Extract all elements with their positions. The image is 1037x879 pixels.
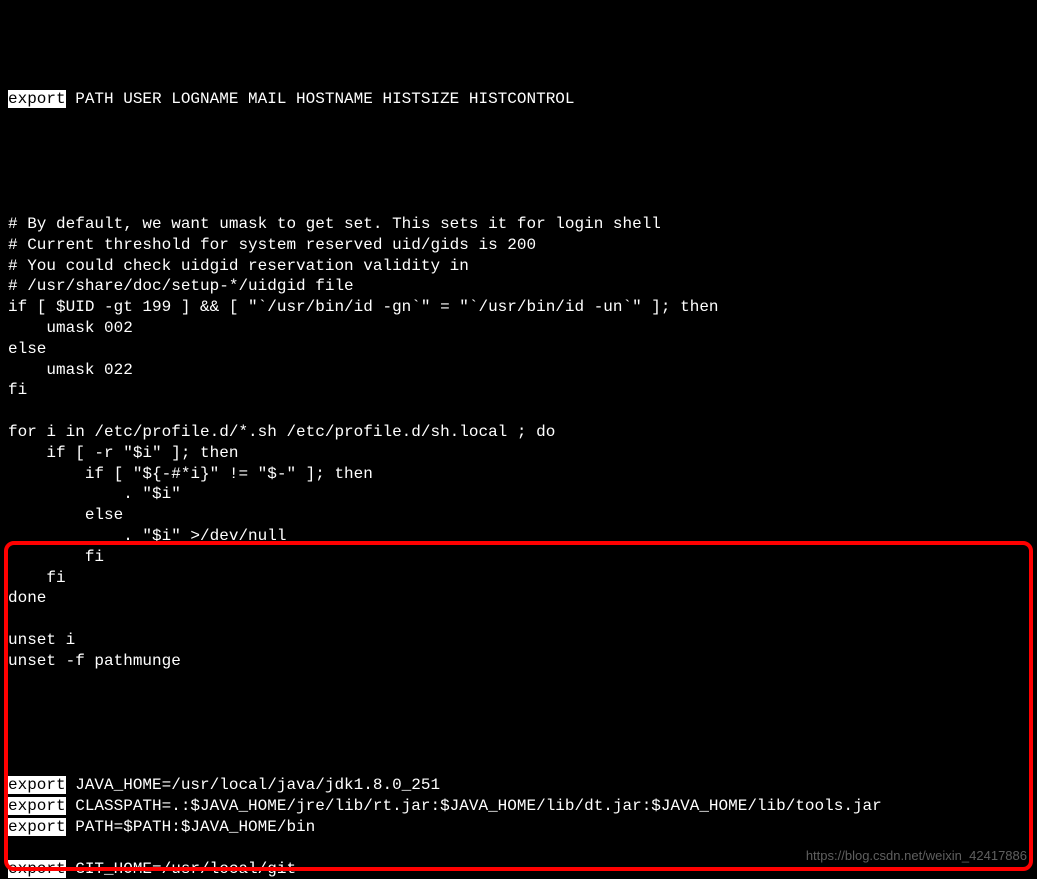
script-line: # You could check uidgid reservation val…	[8, 256, 1029, 277]
script-line: unset i	[8, 630, 1029, 651]
script-line: else	[8, 339, 1029, 360]
script-line	[8, 401, 1029, 422]
export-assignment: GIT_HOME=/usr/local/git	[66, 860, 296, 878]
export-assignment: JAVA_HOME=/usr/local/java/jdk1.8.0_251	[66, 776, 440, 794]
script-line: if [ "${-#*i}" != "$-" ]; then	[8, 464, 1029, 485]
env-export-line: export PATH=$PATH:$JAVA_HOME/bin	[8, 817, 1029, 838]
export-assignment: CLASSPATH=.:$JAVA_HOME/jre/lib/rt.jar:$J…	[66, 797, 882, 815]
export-keyword: export	[8, 776, 66, 794]
script-line: else	[8, 505, 1029, 526]
script-line: # By default, we want umask to get set. …	[8, 214, 1029, 235]
script-line: unset -f pathmunge	[8, 651, 1029, 672]
script-line: for i in /etc/profile.d/*.sh /etc/profil…	[8, 422, 1029, 443]
script-line: umask 022	[8, 360, 1029, 381]
env-export-line: export CLASSPATH=.:$JAVA_HOME/jre/lib/rt…	[8, 796, 1029, 817]
script-line: fi	[8, 568, 1029, 589]
script-line: . "$i" >/dev/null	[8, 526, 1029, 547]
script-body: # By default, we want umask to get set. …	[8, 193, 1029, 692]
watermark: https://blog.csdn.net/weixin_42417886	[806, 848, 1027, 865]
export-assignment: PATH=$PATH:$JAVA_HOME/bin	[66, 818, 316, 836]
script-line: if [ $UID -gt 199 ] && [ "`/usr/bin/id -…	[8, 297, 1029, 318]
export-keyword: export	[8, 90, 66, 108]
script-line: umask 002	[8, 318, 1029, 339]
script-line: # /usr/share/doc/setup-*/uidgid file	[8, 276, 1029, 297]
env-export-line: export JAVA_HOME=/usr/local/java/jdk1.8.…	[8, 775, 1029, 796]
terminal-viewport[interactable]: export PATH USER LOGNAME MAIL HOSTNAME H…	[0, 0, 1037, 879]
script-line	[8, 672, 1029, 693]
script-line: fi	[8, 547, 1029, 568]
script-line: . "$i"	[8, 484, 1029, 505]
script-line: fi	[8, 380, 1029, 401]
script-line	[8, 609, 1029, 630]
script-line: export PATH USER LOGNAME MAIL HOSTNAME H…	[8, 89, 1029, 110]
export-keyword: export	[8, 818, 66, 836]
script-line	[8, 193, 1029, 214]
export-keyword: export	[8, 797, 66, 815]
script-line: # Current threshold for system reserved …	[8, 235, 1029, 256]
script-line: if [ -r "$i" ]; then	[8, 443, 1029, 464]
script-line: done	[8, 588, 1029, 609]
export-keyword: export	[8, 860, 66, 878]
export-args: PATH USER LOGNAME MAIL HOSTNAME HISTSIZE…	[66, 90, 575, 108]
